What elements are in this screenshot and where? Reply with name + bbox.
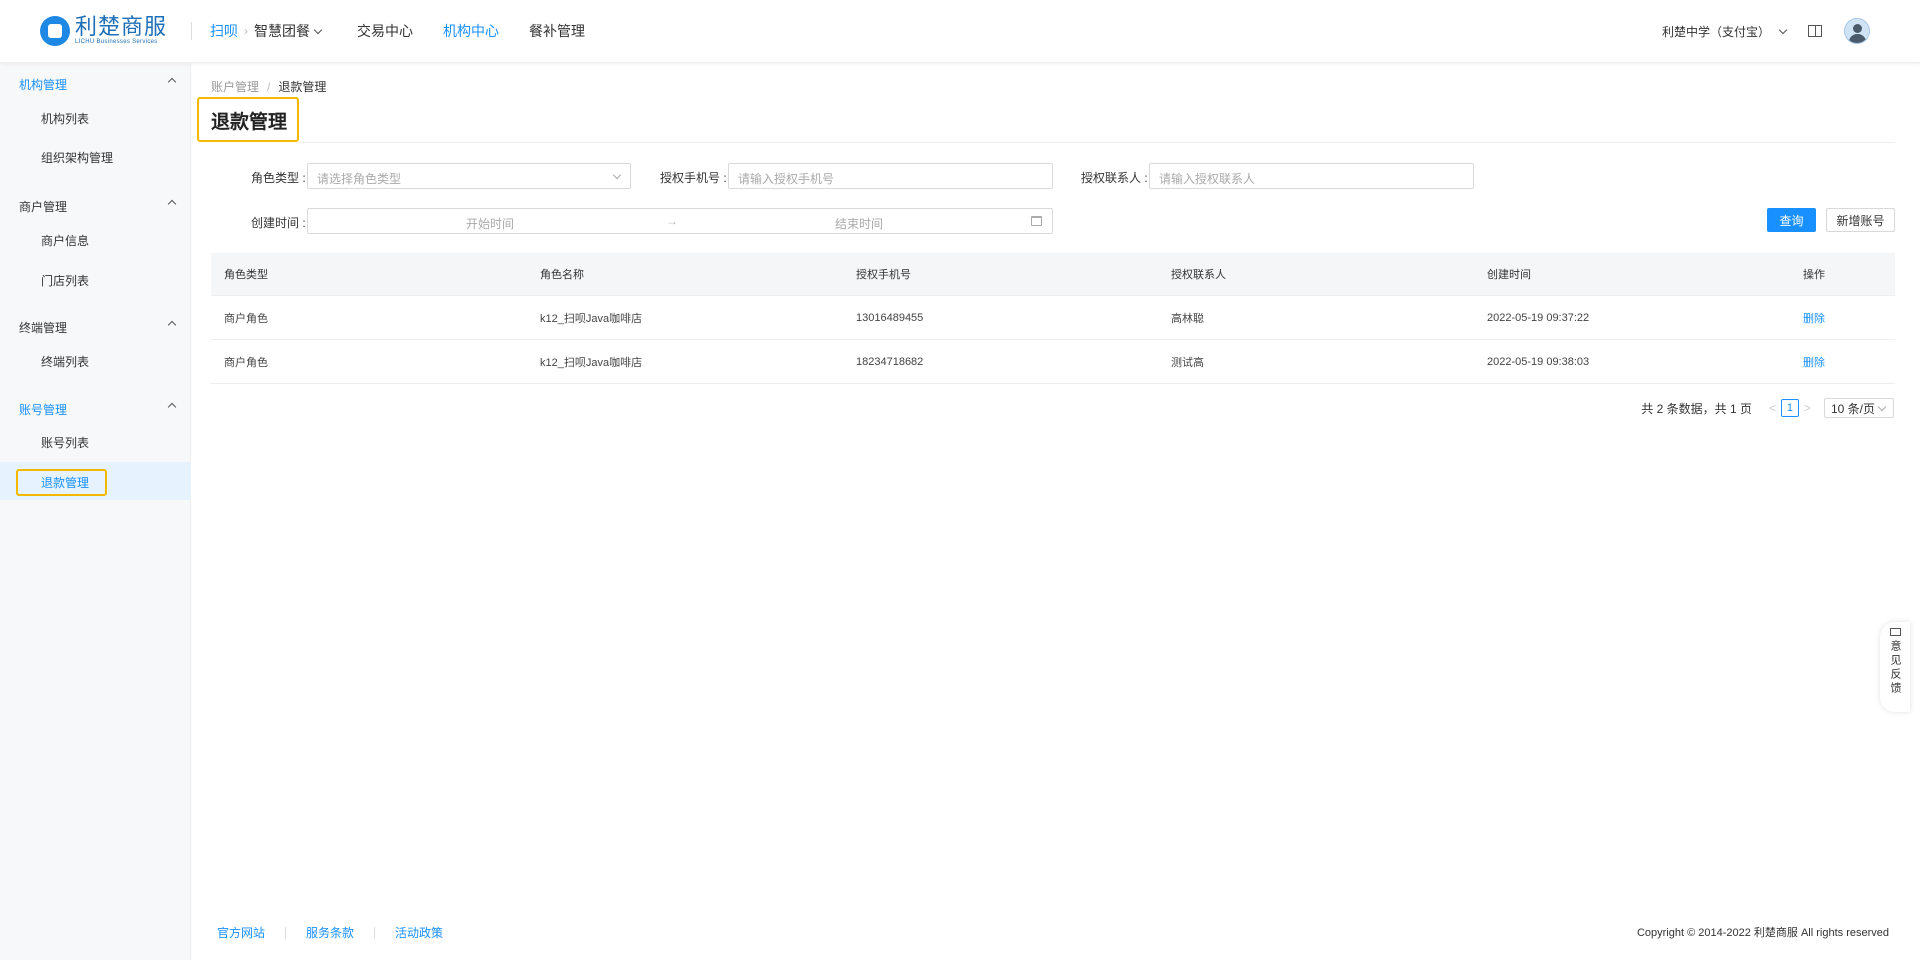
mail-icon xyxy=(1889,628,1901,636)
breadcrumb-parent[interactable]: 账户管理 xyxy=(211,80,259,94)
nav-scan-brand[interactable]: 扫呗 xyxy=(210,21,238,41)
footer-link-activity-policy[interactable]: 活动政策 xyxy=(395,924,443,941)
page-number-1[interactable]: 1 xyxy=(1780,399,1799,417)
prev-page-button[interactable]: < xyxy=(1769,401,1776,415)
table-row: 商户角色 k12_扫呗Java咖啡店 18234718682 测试高 2022-… xyxy=(211,340,1895,384)
table-header: 角色类型 角色名称 授权手机号 授权联系人 创建时间 操作 xyxy=(211,253,1895,296)
sidebar-item-org-structure[interactable]: 组织架构管理 xyxy=(0,137,191,175)
nav-transaction-center[interactable]: 交易中心 xyxy=(357,21,413,41)
sidebar-item-store-list[interactable]: 门店列表 xyxy=(0,260,191,298)
user-avatar[interactable] xyxy=(1844,18,1870,44)
col-created-time: 创建时间 xyxy=(1487,269,1531,281)
role-type-label: 角色类型 : xyxy=(251,171,306,185)
end-date-input[interactable]: 结束时间 xyxy=(835,215,883,232)
sidebar: 机构管理 机构列表 组织架构管理 商户管理 商户信息 门店列表 终端管理 终端列… xyxy=(0,63,191,960)
feedback-label: 意见反馈 xyxy=(1889,640,1901,696)
col-phone: 授权手机号 xyxy=(856,269,911,281)
phone-label: 授权手机号 : xyxy=(660,171,727,185)
col-actions: 操作 xyxy=(1803,269,1825,281)
cell-phone: 13016489455 xyxy=(856,311,924,324)
cell-role-name: k12_扫呗Java咖啡店 xyxy=(540,356,643,369)
nav-meal-subsidy[interactable]: 餐补管理 xyxy=(529,21,585,41)
date-range-picker[interactable]: 开始时间 → 结束时间 xyxy=(307,208,1053,234)
highlight-box-sidebar xyxy=(16,469,107,496)
col-contact: 授权联系人 xyxy=(1171,269,1226,281)
sidebar-item-institution-list[interactable]: 机构列表 xyxy=(0,98,191,136)
top-header: 利楚商服 LICHU Businesses Services 扫呗 › 智慧团餐… xyxy=(0,0,1920,63)
breadcrumb-current: 退款管理 xyxy=(278,80,327,94)
query-button[interactable]: 查询 xyxy=(1767,208,1816,232)
cell-role-type: 商户角色 xyxy=(224,356,268,369)
highlight-box-title xyxy=(197,97,299,142)
footer-links: 官方网站 服务条款 活动政策 xyxy=(217,924,443,941)
cell-created-time: 2022-05-19 09:37:22 xyxy=(1487,311,1590,324)
nav-separator: › xyxy=(244,24,248,38)
chevron-up-icon xyxy=(167,402,177,412)
brand-subtitle: LICHU Businesses Services xyxy=(75,39,158,45)
chevron-up-icon xyxy=(167,320,177,330)
sidebar-group-institution[interactable]: 机构管理 xyxy=(0,73,191,93)
footer-divider xyxy=(285,926,287,939)
contact-label: 授权联系人 : xyxy=(1081,171,1148,185)
page-size-select[interactable]: 10 条/页 xyxy=(1824,398,1894,418)
chevron-up-icon xyxy=(167,199,177,209)
sidebar-group-account[interactable]: 账号管理 xyxy=(0,398,191,418)
feedback-button[interactable]: 意见反馈 xyxy=(1880,622,1910,712)
nav-institution-center[interactable]: 机构中心 xyxy=(443,21,499,41)
book-icon[interactable] xyxy=(1808,25,1822,37)
role-type-select[interactable]: 请选择角色类型 xyxy=(307,163,631,189)
cell-role-name: k12_扫呗Java咖啡店 xyxy=(540,312,643,325)
delete-link[interactable]: 删除 xyxy=(1803,296,1825,339)
sidebar-item-account-list[interactable]: 账号列表 xyxy=(0,422,191,460)
school-switcher[interactable]: 利楚中学（支付宝） xyxy=(1661,23,1788,40)
cell-role-type: 商户角色 xyxy=(224,312,268,325)
table-row: 商户角色 k12_扫呗Java咖啡店 13016489455 高林聪 2022-… xyxy=(211,296,1895,340)
footer-link-official-site[interactable]: 官方网站 xyxy=(217,924,265,941)
chevron-down-icon xyxy=(1778,25,1788,34)
header-divider xyxy=(191,22,192,40)
logo-icon xyxy=(40,16,70,46)
sidebar-item-terminal-list[interactable]: 终端列表 xyxy=(0,341,191,379)
cell-created-time: 2022-05-19 09:38:03 xyxy=(1487,355,1590,368)
start-date-input[interactable]: 开始时间 xyxy=(466,215,514,232)
chevron-down-icon xyxy=(1877,402,1887,412)
chevron-down-icon xyxy=(612,170,622,180)
pagination: 共 2 条数据，共 1 页 < 1 > 10 条/页 xyxy=(1641,398,1894,418)
delete-link[interactable]: 删除 xyxy=(1803,340,1825,383)
col-role-type: 角色类型 xyxy=(224,269,268,281)
next-page-button[interactable]: > xyxy=(1804,401,1811,415)
created-time-label: 创建时间 : xyxy=(251,216,306,230)
cell-contact: 测试高 xyxy=(1171,356,1204,369)
range-arrow-icon: → xyxy=(666,214,678,228)
pagination-total: 共 2 条数据，共 1 页 xyxy=(1641,401,1752,416)
top-nav: 扫呗 › 智慧团餐 交易中心 机构中心 餐补管理 xyxy=(210,0,615,62)
cell-contact: 高林聪 xyxy=(1171,312,1204,325)
add-account-button[interactable]: 新增账号 xyxy=(1826,208,1895,232)
sidebar-item-merchant-info[interactable]: 商户信息 xyxy=(0,220,191,258)
chevron-up-icon xyxy=(167,77,177,87)
nav-smart-canteen[interactable]: 智慧团餐 xyxy=(254,21,323,41)
breadcrumb: 账户管理 / 退款管理 xyxy=(211,80,327,94)
brand-logo[interactable]: 利楚商服 LICHU Businesses Services xyxy=(40,14,167,48)
col-role-name: 角色名称 xyxy=(540,269,584,281)
footer-link-terms[interactable]: 服务条款 xyxy=(306,924,354,941)
sidebar-group-terminal[interactable]: 终端管理 xyxy=(0,316,191,336)
contact-input[interactable]: 请输入授权联系人 xyxy=(1149,163,1474,189)
header-right: 利楚中学（支付宝） xyxy=(1662,0,1870,62)
phone-input[interactable]: 请输入授权手机号 xyxy=(728,163,1053,189)
cell-phone: 18234718682 xyxy=(856,355,924,368)
brand-name: 利楚商服 xyxy=(75,14,168,39)
calendar-icon xyxy=(1031,216,1042,226)
copyright: Copyright © 2014-2022 利楚商服 All rights re… xyxy=(1636,927,1889,939)
footer-divider xyxy=(374,926,376,939)
title-divider xyxy=(298,142,1895,143)
refund-table: 角色类型 角色名称 授权手机号 授权联系人 创建时间 操作 商户角色 k12_扫… xyxy=(211,253,1895,384)
chevron-down-icon xyxy=(313,25,323,34)
sidebar-group-merchant[interactable]: 商户管理 xyxy=(0,195,191,215)
school-name: 利楚中学（支付宝） xyxy=(1661,24,1770,39)
